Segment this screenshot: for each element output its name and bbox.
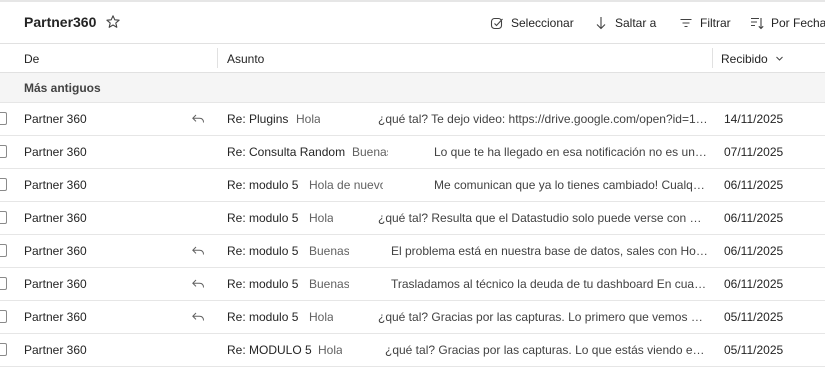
message-subject: Re: modulo 5 bbox=[227, 277, 299, 291]
group-header[interactable]: Más antiguos bbox=[0, 73, 825, 103]
column-subject[interactable]: Asunto bbox=[227, 52, 264, 66]
message-preview: Trasladamos al técnico la deuda de tu da… bbox=[391, 277, 708, 291]
jump-to-button[interactable]: Saltar a bbox=[594, 12, 656, 34]
folder-title: Partner360 bbox=[24, 14, 97, 30]
reply-icon bbox=[192, 312, 204, 321]
message-preview-greeting: Buenas bbox=[352, 145, 388, 159]
message-row[interactable]: Partner 360 Re: Plugins Hola ¿qué tal? Te d… bbox=[0, 103, 825, 136]
chevron-down-icon bbox=[776, 56, 783, 61]
column-header: De Asunto Recibido bbox=[0, 44, 825, 73]
sort-icon bbox=[751, 17, 764, 30]
message-date: 05/11/2025 bbox=[724, 310, 784, 324]
column-received-label: Recibido bbox=[721, 52, 768, 66]
filter-button[interactable]: Filtrar bbox=[679, 12, 731, 34]
message-preview-greeting: Hola bbox=[309, 310, 333, 324]
column-from[interactable]: De bbox=[24, 52, 39, 66]
message-preview: Lo que te ha llegado en esa notificación… bbox=[434, 145, 708, 159]
message-row[interactable]: Partner 360 Re: MODULO 5 Hola ¿qué tal? Gra… bbox=[0, 334, 825, 367]
message-list: Partner 360 Re: Plugins Hola ¿qué tal? Te d… bbox=[0, 103, 825, 367]
message-row[interactable]: Partner 360 Re: modulo 5 Hola ¿qué tal? Gra… bbox=[0, 301, 825, 334]
message-preview: ¿qué tal? Te dejo video: https://drive.g… bbox=[378, 112, 708, 126]
message-preview: Me comunican que ya lo tienes cambiado! … bbox=[434, 178, 708, 192]
message-row[interactable]: Partner 360 Re: modulo 5 Hola ¿qué tal? Res… bbox=[0, 202, 825, 235]
star-icon[interactable] bbox=[105, 14, 121, 30]
message-sender: Partner 360 bbox=[24, 112, 87, 126]
column-divider[interactable] bbox=[712, 48, 713, 68]
message-date: 05/11/2025 bbox=[724, 343, 784, 357]
message-preview: ¿qué tal? Gracias por las capturas. Lo p… bbox=[378, 310, 708, 324]
message-sender: Partner 360 bbox=[24, 211, 87, 225]
select-label: Seleccionar bbox=[511, 16, 574, 30]
reply-icon bbox=[192, 246, 204, 255]
sort-label: Por Fecha bbox=[771, 16, 825, 30]
row-checkbox[interactable] bbox=[0, 277, 7, 290]
row-checkbox[interactable] bbox=[0, 211, 7, 224]
sort-button[interactable]: Por Fecha bbox=[750, 12, 825, 34]
message-subject: Re: Consulta Random bbox=[227, 145, 346, 159]
select-button[interactable]: Seleccionar bbox=[490, 12, 574, 34]
column-received[interactable]: Recibido bbox=[721, 52, 784, 66]
message-preview-greeting: Buenas bbox=[309, 277, 349, 291]
message-subject: Re: MODULO 5 bbox=[227, 343, 312, 357]
message-subject: Re: modulo 5 bbox=[227, 310, 299, 324]
message-sender: Partner 360 bbox=[24, 244, 87, 258]
message-preview-greeting: Hola bbox=[296, 112, 320, 126]
row-checkbox[interactable] bbox=[0, 178, 7, 191]
message-subject: Re: modulo 5 bbox=[227, 244, 299, 258]
group-label: Más antiguos bbox=[24, 81, 101, 95]
message-date: 06/11/2025 bbox=[724, 178, 784, 192]
message-row[interactable]: Partner 360 Re: modulo 5 Hola de nuevo Me c… bbox=[0, 169, 825, 202]
row-checkbox[interactable] bbox=[0, 145, 7, 158]
message-subject: Re: Plugins bbox=[227, 112, 289, 126]
message-date: 07/11/2025 bbox=[724, 145, 784, 159]
filter-label: Filtrar bbox=[700, 16, 731, 30]
message-sender: Partner 360 bbox=[24, 178, 87, 192]
message-date: 06/11/2025 bbox=[724, 277, 784, 291]
message-preview: El problema está en nuestra base de dato… bbox=[391, 244, 708, 258]
arrow-down-icon bbox=[596, 17, 606, 30]
column-divider[interactable] bbox=[217, 48, 218, 68]
message-preview-greeting: Hola bbox=[318, 343, 342, 357]
message-sender: Partner 360 bbox=[24, 310, 87, 324]
message-preview: ¿qué tal? Resulta que el Datastudio solo… bbox=[378, 211, 708, 225]
message-preview-greeting: Hola bbox=[309, 211, 333, 225]
message-preview: ¿qué tal? Gracias por las capturas. Lo q… bbox=[385, 343, 708, 357]
jump-to-label: Saltar a bbox=[615, 16, 657, 30]
message-sender: Partner 360 bbox=[24, 343, 87, 357]
message-row[interactable]: Partner 360 Re: modulo 5 Buenas El problema… bbox=[0, 235, 825, 268]
message-date: 06/11/2025 bbox=[724, 211, 784, 225]
message-preview-greeting: Hola de nuevo bbox=[309, 178, 383, 192]
reply-icon bbox=[192, 279, 204, 288]
message-row[interactable]: Partner 360 Re: Consulta Random Buenas Lo q… bbox=[0, 136, 825, 169]
message-preview-greeting: Buenas bbox=[309, 244, 349, 258]
reply-icon bbox=[192, 114, 204, 123]
message-subject: Re: modulo 5 bbox=[227, 178, 299, 192]
filter-icon bbox=[680, 18, 692, 28]
message-row[interactable]: Partner 360 Re: modulo 5 Buenas Trasladamos… bbox=[0, 268, 825, 301]
row-checkbox[interactable] bbox=[0, 112, 7, 125]
row-checkbox[interactable] bbox=[0, 310, 7, 323]
message-date: 06/11/2025 bbox=[724, 244, 784, 258]
row-checkbox[interactable] bbox=[0, 343, 7, 356]
message-date: 14/11/2025 bbox=[724, 112, 784, 126]
select-icon bbox=[490, 17, 503, 30]
message-sender: Partner 360 bbox=[24, 277, 87, 291]
row-checkbox[interactable] bbox=[0, 244, 7, 257]
message-sender: Partner 360 bbox=[24, 145, 87, 159]
message-subject: Re: modulo 5 bbox=[227, 211, 299, 225]
folder-header: Partner360 Seleccionar Saltar a Filtrar … bbox=[0, 2, 825, 44]
